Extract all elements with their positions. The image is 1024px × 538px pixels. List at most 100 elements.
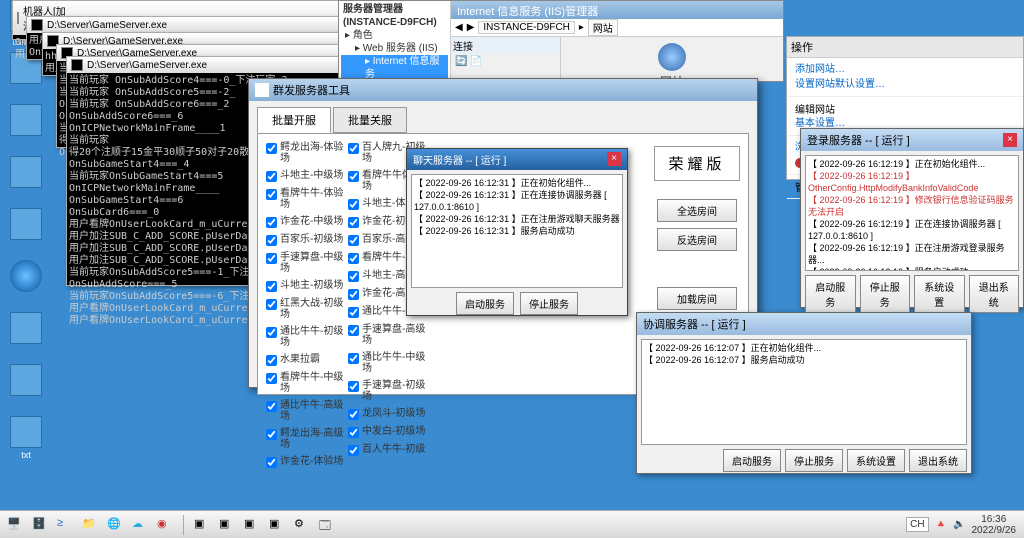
room-checkbox[interactable] xyxy=(348,353,359,364)
room-checkbox[interactable] xyxy=(348,199,359,210)
room-checkbox[interactable] xyxy=(266,189,277,200)
desktop-folder-icon[interactable] xyxy=(4,364,48,412)
ie-icon[interactable] xyxy=(4,260,48,308)
room-checkbox[interactable] xyxy=(266,429,277,440)
room-checkbox-item[interactable]: 斗地主-中级场 xyxy=(266,170,346,182)
room-checkbox[interactable] xyxy=(348,271,359,282)
back-icon[interactable]: ◀ xyxy=(455,22,463,33)
taskbar[interactable]: 🖥️ 🗄️ ≥ 📁 🌐 ☁ ◉ ▣ ▣ ▣ ▣ ⚙ 🗔 CH 🔺 🔈 16:36… xyxy=(0,510,1024,538)
powershell-icon[interactable]: ≥ xyxy=(54,515,76,535)
titlebar[interactable]: 协调服务器 -- [ 运行 ] xyxy=(637,313,971,335)
titlebar[interactable]: 群发服务器工具 xyxy=(249,79,757,101)
iis-breadcrumb[interactable]: ◀ ▶ INSTANCE-D9FCH ▸ 网站 xyxy=(451,19,783,37)
room-checkbox-item[interactable]: 红黑大战-初级场 xyxy=(266,298,346,320)
room-checkbox-item[interactable]: 百人牛牛-初级 xyxy=(348,444,428,456)
add-website-link[interactable]: 添加网站… xyxy=(795,62,1015,77)
desktop-app-icon[interactable] xyxy=(4,104,48,152)
room-checkbox[interactable] xyxy=(266,217,277,228)
set-defaults-link[interactable]: 设置网站默认设置… xyxy=(795,77,1015,92)
room-checkbox[interactable] xyxy=(348,289,359,300)
room-checkbox[interactable] xyxy=(266,143,277,154)
room-checkbox[interactable] xyxy=(266,171,277,182)
titlebar[interactable]: 登录服务器 -- [ 运行 ] × xyxy=(801,129,1023,151)
app-icon[interactable]: ◉ xyxy=(154,515,176,535)
room-checkbox[interactable] xyxy=(348,307,359,318)
system-settings-button[interactable]: 系统设置 xyxy=(914,275,965,313)
window-task-icon[interactable]: 🗔 xyxy=(316,515,338,535)
chrome-icon[interactable]: 🌐 xyxy=(104,515,126,535)
stop-service-button[interactable]: 停止服务 xyxy=(520,292,578,315)
add-icon[interactable]: 📄 xyxy=(469,56,481,67)
room-checkbox[interactable] xyxy=(266,253,277,264)
refresh-icon[interactable]: 🔄 xyxy=(455,56,467,67)
window-task-icon[interactable]: ⚙ xyxy=(291,515,313,535)
room-checkbox-item[interactable]: 龙凤斗-初级场 xyxy=(348,408,428,420)
tray-icon[interactable]: 🔺 xyxy=(935,519,947,530)
login-server-window[interactable]: 登录服务器 -- [ 运行 ] × 【 2022-09-26 16:12:19 … xyxy=(800,128,1024,308)
room-checkbox-item[interactable]: 诈金花-体验场 xyxy=(266,456,346,468)
room-checkbox[interactable] xyxy=(348,325,359,336)
room-checkbox-item[interactable]: 鳄龙出海-体验场 xyxy=(266,142,346,164)
start-service-button[interactable]: 启动服务 xyxy=(456,292,514,315)
room-checkbox[interactable] xyxy=(348,381,359,392)
titlebar[interactable]: D:\Server\GameServer.exe xyxy=(27,17,345,33)
room-checkbox[interactable] xyxy=(266,235,277,246)
desktop-app-icon[interactable] xyxy=(4,156,48,204)
tab-batch-close[interactable]: 批量关服 xyxy=(333,107,407,133)
room-checkbox[interactable] xyxy=(348,217,359,228)
room-checkbox[interactable] xyxy=(348,427,359,438)
close-icon[interactable]: × xyxy=(1003,133,1017,147)
select-all-button[interactable]: 全选房间 xyxy=(657,199,737,222)
room-checkbox-item[interactable]: 手速算盘-中级场 xyxy=(266,252,346,274)
start-service-button[interactable]: 启动服务 xyxy=(805,275,856,313)
desktop-app-icon[interactable] xyxy=(4,208,48,256)
room-checkbox-item[interactable]: 水果拉霸 xyxy=(266,354,346,366)
room-checkbox[interactable] xyxy=(266,457,277,468)
room-checkbox[interactable] xyxy=(266,281,277,292)
forward-icon[interactable]: ▶ xyxy=(467,22,475,33)
server-manager-icon[interactable]: 🗄️ xyxy=(29,515,51,535)
start-icon[interactable]: 🖥️ xyxy=(4,515,26,535)
tray-icon[interactable]: 🔈 xyxy=(953,519,965,530)
desktop-txt-icon[interactable]: txt xyxy=(4,416,48,464)
tab-batch-open[interactable]: 批量开服 xyxy=(257,107,331,133)
ime-indicator[interactable]: CH xyxy=(906,517,928,532)
iis-manager-window[interactable]: 服务器管理器 (INSTANCE-D9FCH) ▸ 角色▸ Web 服务器 (I… xyxy=(338,0,784,82)
room-checkbox[interactable] xyxy=(348,409,359,420)
room-checkbox-item[interactable]: 通比牛牛-初级场 xyxy=(266,326,346,348)
room-checkbox-item[interactable]: 看牌牛牛-体验场 xyxy=(266,188,346,210)
room-checkbox-item[interactable]: 诈金花-中级场 xyxy=(266,216,346,228)
start-service-button[interactable]: 启动服务 xyxy=(723,449,781,472)
console-task-icon[interactable]: ▣ xyxy=(191,515,213,535)
room-checkbox[interactable] xyxy=(266,327,277,338)
room-checkbox-item[interactable]: 手速算盘-高级场 xyxy=(348,324,428,346)
room-checkbox[interactable] xyxy=(266,373,277,384)
titlebar[interactable]: 聊天服务器 -- [ 运行 ] × xyxy=(407,149,627,170)
close-icon[interactable]: × xyxy=(607,152,621,166)
room-checkbox[interactable] xyxy=(348,253,359,264)
room-checkbox[interactable] xyxy=(348,171,359,182)
stop-service-button[interactable]: 停止服务 xyxy=(860,275,911,313)
exit-system-button[interactable]: 退出系统 xyxy=(969,275,1020,313)
console-task-icon[interactable]: ▣ xyxy=(241,515,263,535)
room-checkbox-item[interactable]: 中发白-初级场 xyxy=(348,426,428,438)
explorer-icon[interactable]: 📁 xyxy=(79,515,101,535)
room-checkbox[interactable] xyxy=(348,235,359,246)
cloud-icon[interactable]: ☁ xyxy=(129,515,151,535)
room-checkbox[interactable] xyxy=(266,299,277,310)
tree-root[interactable]: 服务器管理器 (INSTANCE-D9FCH) xyxy=(341,3,448,29)
room-checkbox[interactable] xyxy=(266,355,277,366)
tree-node[interactable]: ▸ Web 服务器 (IIS) xyxy=(341,42,448,55)
iis-tree[interactable]: 服务器管理器 (INSTANCE-D9FCH) ▸ 角色▸ Web 服务器 (I… xyxy=(339,1,451,81)
room-checkbox-item[interactable]: 手速算盘-初级场 xyxy=(348,380,428,402)
room-checkbox-item[interactable]: 通比牛牛-中级场 xyxy=(348,352,428,374)
room-checkbox-item[interactable]: 看牌牛牛-中级场 xyxy=(266,372,346,394)
desktop-folder-icon[interactable] xyxy=(4,312,48,360)
console-task-icon[interactable]: ▣ xyxy=(216,515,238,535)
room-checkbox-item[interactable]: 斗地主-初级场 xyxy=(266,280,346,292)
load-rooms-button[interactable]: 加载房间 xyxy=(657,287,737,310)
invert-select-button[interactable]: 反选房间 xyxy=(657,228,737,251)
system-settings-button[interactable]: 系统设置 xyxy=(847,449,905,472)
room-checkbox[interactable] xyxy=(266,401,277,412)
tree-node[interactable]: ▸ 角色 xyxy=(341,29,448,42)
